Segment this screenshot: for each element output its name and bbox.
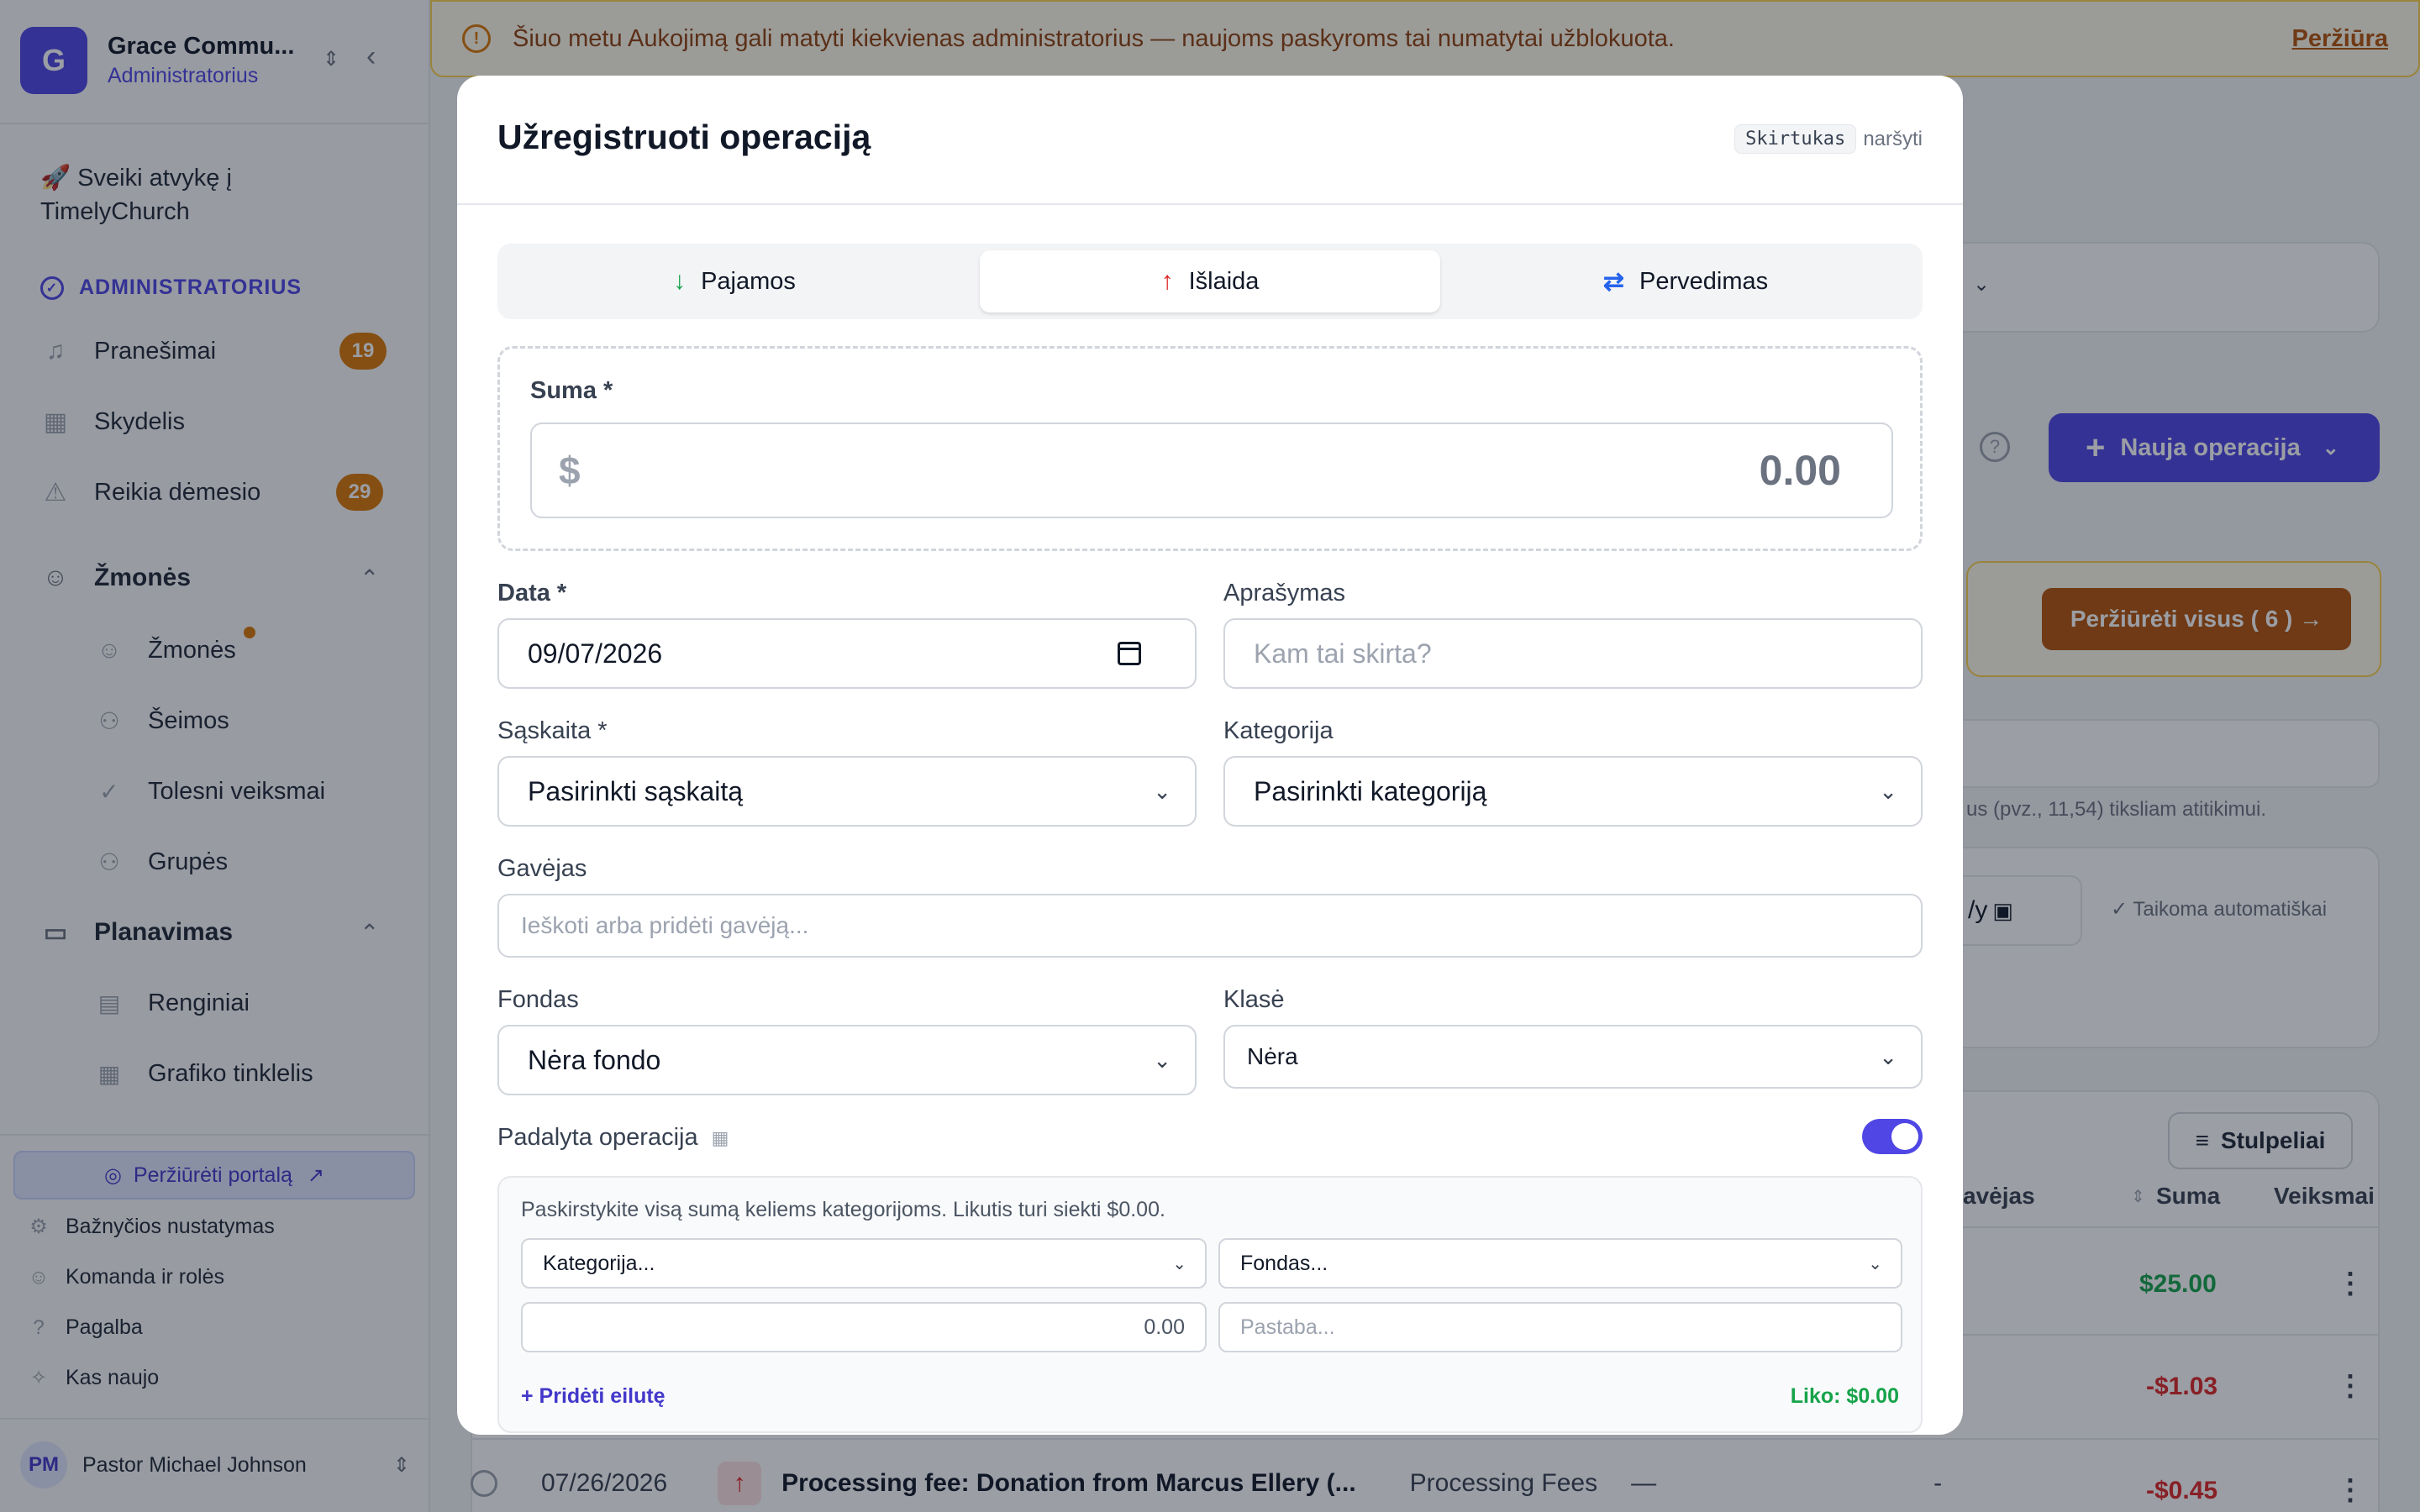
fund-label: Fondas — [497, 986, 579, 1013]
modal-title: Užregistruoti operaciją — [497, 118, 871, 156]
split-label: Padalyta operacija ▦ — [497, 1124, 729, 1151]
account-select[interactable]: Pasirinkti sąskaitą ⌄ — [497, 756, 1197, 827]
split-amount-input[interactable]: 0.00 — [521, 1302, 1207, 1352]
chevron-down-icon: ⌄ — [1153, 1047, 1171, 1073]
split-operation-row: Padalyta operacija ▦ — [497, 1114, 1923, 1161]
split-hint: Paskirstykite visą sumą keliems kategori… — [521, 1198, 1165, 1221]
amount-section: Suma * $ 0.00 — [497, 346, 1923, 551]
toggle-knob — [1891, 1123, 1918, 1150]
chevron-down-icon: ⌄ — [1879, 1043, 1897, 1069]
tab-income[interactable]: ↓ Pajamos — [504, 250, 965, 312]
chevron-down-icon: ⌄ — [1868, 1254, 1882, 1273]
class-select[interactable]: Nėra ⌄ — [1223, 1025, 1923, 1089]
split-fund-select[interactable]: Fondas... ⌄ — [1218, 1238, 1902, 1289]
split-toggle[interactable] — [1862, 1119, 1923, 1154]
chevron-down-icon: ⌄ — [1879, 778, 1897, 804]
kbd-key: Skirtukas — [1734, 124, 1857, 154]
account-label: Sąskaita * — [497, 717, 608, 744]
amount-input[interactable]: $ 0.00 — [530, 423, 1893, 518]
date-input[interactable]: 09/07/2026 — [497, 618, 1197, 689]
register-operation-modal: Užregistruoti operaciją Skirtukas naršyt… — [457, 76, 1963, 1435]
tab-transfer[interactable]: ⇄ Pervedimas — [1455, 250, 1916, 312]
add-line-button[interactable]: + Pridėti eilutę — [521, 1384, 666, 1409]
modal-header: Užregistruoti operaciją Skirtukas naršyt… — [457, 76, 1963, 205]
keyboard-hint: Skirtukas naršyti — [1734, 124, 1923, 154]
grid-icon: ▦ — [711, 1126, 729, 1148]
payee-input[interactable]: Ieškoti arba pridėti gavėją... — [497, 894, 1923, 958]
split-lines-panel: Paskirstykite visą sumą keliems kategori… — [497, 1176, 1923, 1433]
currency-symbol: $ — [559, 449, 581, 492]
remaining-amount: Liko: $0.00 — [1790, 1384, 1899, 1408]
amount-value: 0.00 — [1759, 447, 1841, 494]
operation-type-tabs: ↓ Pajamos ↑ Išlaida ⇄ Pervedimas — [497, 244, 1923, 319]
transfer-icon: ⇄ — [1602, 267, 1624, 296]
category-select[interactable]: Pasirinkti kategoriją ⌄ — [1223, 756, 1923, 827]
arrow-up-icon: ↑ — [1160, 267, 1174, 295]
description-input[interactable]: Kam tai skirta? — [1223, 618, 1923, 689]
chevron-down-icon: ⌄ — [1172, 1254, 1186, 1273]
amount-label: Suma * — [530, 377, 613, 404]
description-label: Aprašymas — [1223, 580, 1346, 606]
class-label: Klasė — [1223, 986, 1285, 1013]
arrow-down-icon: ↓ — [673, 267, 687, 295]
date-label: Data * — [497, 580, 567, 606]
split-category-select[interactable]: Kategorija... ⌄ — [521, 1238, 1207, 1289]
category-label: Kategorija — [1223, 717, 1334, 744]
fund-select[interactable]: Nėra fondo ⌄ — [497, 1025, 1197, 1095]
chevron-down-icon: ⌄ — [1153, 778, 1171, 804]
tab-expense[interactable]: ↑ Išlaida — [980, 250, 1440, 312]
split-note-input[interactable]: Pastaba... — [1218, 1302, 1902, 1352]
calendar-icon[interactable] — [1118, 642, 1141, 665]
payee-label: Gavėjas — [497, 855, 587, 882]
